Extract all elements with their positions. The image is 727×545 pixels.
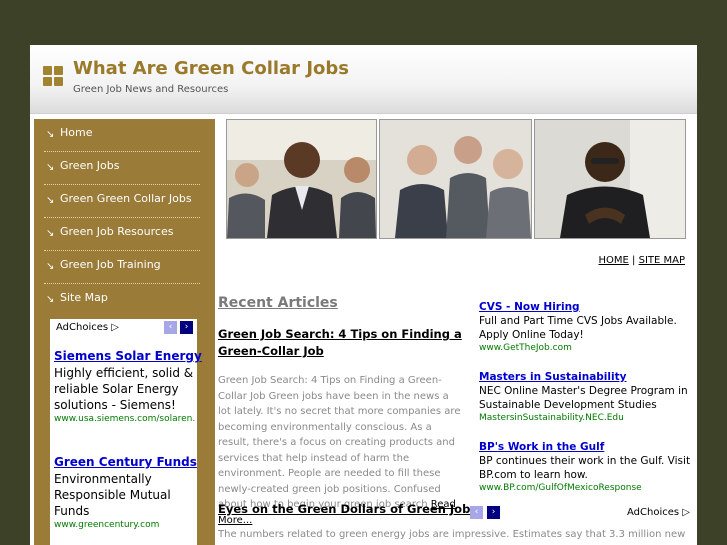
arrow-down-right-icon: ↘ xyxy=(46,294,55,305)
arrow-down-right-icon: ↘ xyxy=(46,228,55,239)
ad-url[interactable]: www.greencentury.com xyxy=(54,520,196,530)
ad-description: NEC Online Master's Degree Program in Su… xyxy=(479,385,688,411)
ad-description: Highly efficient, solid & reliable Solar… xyxy=(54,366,194,412)
nav-item-green-job-training[interactable]: ↘ Green Job Training xyxy=(44,251,200,284)
article-title-line: Green Job Search: 4 Tips on Finding a xyxy=(218,327,462,341)
link-separator: | xyxy=(632,255,636,266)
article-excerpt-text: Green Job Search: 4 Tips on Finding a Gr… xyxy=(218,375,461,510)
nav-item-label: Green Jobs xyxy=(60,159,120,172)
adchoices-label[interactable]: AdChoices ▷ xyxy=(56,322,119,333)
ad-next-button[interactable]: › xyxy=(487,506,500,519)
ad-title-link[interactable]: CVS - Now Hiring xyxy=(479,301,691,313)
nav-item-site-map[interactable]: ↘ Site Map xyxy=(44,284,200,316)
ad-title-link[interactable]: Green Century Funds xyxy=(54,455,197,469)
ad-url[interactable]: www.GetTheJob.com xyxy=(479,343,691,353)
nav-item-home[interactable]: ↘ Home xyxy=(44,119,200,152)
right-ad-item[interactable]: BP's Work in the Gulf BP continues their… xyxy=(479,441,691,493)
side-ad-item[interactable]: Siemens Solar Energy Highly efficient, s… xyxy=(54,349,202,424)
four-squares-icon xyxy=(43,66,63,86)
adchoices-label[interactable]: AdChoices ▷ xyxy=(627,507,690,518)
recent-articles-heading[interactable]: Recent Articles xyxy=(218,295,338,311)
site-header: What Are Green Collar Jobs Green Job New… xyxy=(30,45,697,114)
arrow-down-right-icon: ↘ xyxy=(46,195,55,206)
business-people-photo xyxy=(379,119,532,239)
business-man-photo xyxy=(534,119,686,239)
ad-description: Environmentally Responsible Mutual Funds xyxy=(54,472,171,518)
arrow-down-right-icon: ↘ xyxy=(46,129,55,140)
article-title-line: Green-Collar Job xyxy=(218,344,324,358)
ad-next-button[interactable]: › xyxy=(180,321,193,334)
top-links: HOME | SITE MAP xyxy=(599,255,686,266)
ad-title-link[interactable]: BP's Work in the Gulf xyxy=(479,441,691,453)
ad-description: Full and Part Time CVS Jobs Available. A… xyxy=(479,315,677,341)
arrow-down-right-icon: ↘ xyxy=(46,261,55,272)
nav-item-label: Green Green Collar Jobs xyxy=(60,192,192,205)
nav-item-label: Green Job Training xyxy=(60,258,161,271)
right-ad-item[interactable]: CVS - Now Hiring Full and Part Time CVS … xyxy=(479,301,691,353)
home-link[interactable]: HOME xyxy=(599,255,629,266)
ad-prev-button[interactable]: ‹ xyxy=(470,506,483,519)
ad-url[interactable]: www.usa.siemens.com/solaren... xyxy=(54,414,196,424)
ad-url[interactable]: www.BP.com/GulfOfMexicoResponse xyxy=(479,483,691,493)
page-container: What Are Green Collar Jobs Green Job New… xyxy=(30,45,697,545)
article-excerpt: The numbers related to green energy jobs… xyxy=(218,529,688,540)
nav-item-green-job-resources[interactable]: ↘ Green Job Resources xyxy=(44,218,200,251)
nav-item-green-jobs[interactable]: ↘ Green Jobs xyxy=(44,152,200,185)
business-people-photo xyxy=(226,119,377,239)
side-ad-item[interactable]: Green Century Funds Environmentally Resp… xyxy=(54,455,197,530)
ad-prev-button[interactable]: ‹ xyxy=(164,321,177,334)
arrow-down-right-icon: ↘ xyxy=(46,162,55,173)
nav-item-label: Home xyxy=(60,126,93,139)
nav-item-label: Site Map xyxy=(60,291,108,304)
nav-item-green-green-collar-jobs[interactable]: ↘ Green Green Collar Jobs xyxy=(44,185,200,218)
article-title-link[interactable]: Eyes on the Green Dollars of Green Jobs xyxy=(218,501,477,518)
site-tagline: Green Job News and Resources xyxy=(73,84,229,95)
sidebar-ad-block: AdChoices ▷ ‹ › Siemens Solar Energy Hig… xyxy=(50,319,202,545)
article-title-link[interactable]: Green Job Search: 4 Tips on Finding a Gr… xyxy=(218,326,462,360)
ad-url[interactable]: MastersinSustainability.NEC.Edu xyxy=(479,413,691,423)
ad-description: BP continues their work in the Gulf. Vis… xyxy=(479,455,691,481)
right-ad-item[interactable]: Masters in Sustainability NEC Online Mas… xyxy=(479,371,691,423)
nav-item-label: Green Job Resources xyxy=(60,225,174,238)
site-title[interactable]: What Are Green Collar Jobs xyxy=(73,58,349,79)
ad-title-link[interactable]: Siemens Solar Energy xyxy=(54,349,202,363)
site-map-link[interactable]: SITE MAP xyxy=(639,255,685,266)
ad-title-link[interactable]: Masters in Sustainability xyxy=(479,371,691,383)
